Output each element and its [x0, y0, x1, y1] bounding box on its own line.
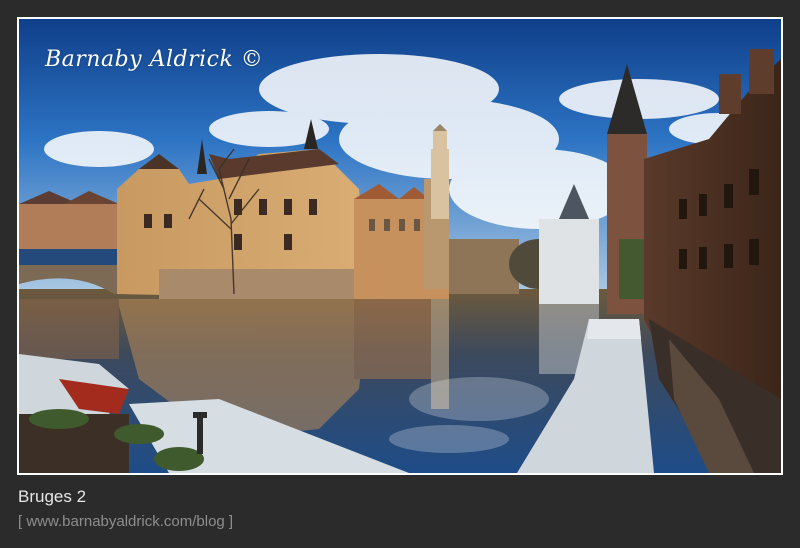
- bruges-canal-photo: [19, 19, 781, 473]
- photo-caption-url[interactable]: [ www.barnabyaldrick.com/blog ]: [18, 513, 233, 530]
- photo: Barnaby Aldrick ©: [19, 19, 781, 473]
- photo-frame: Barnaby Aldrick ©: [17, 17, 783, 475]
- photographer-signature: Barnaby Aldrick ©: [45, 47, 264, 72]
- photo-caption-title: Bruges 2: [18, 487, 87, 506]
